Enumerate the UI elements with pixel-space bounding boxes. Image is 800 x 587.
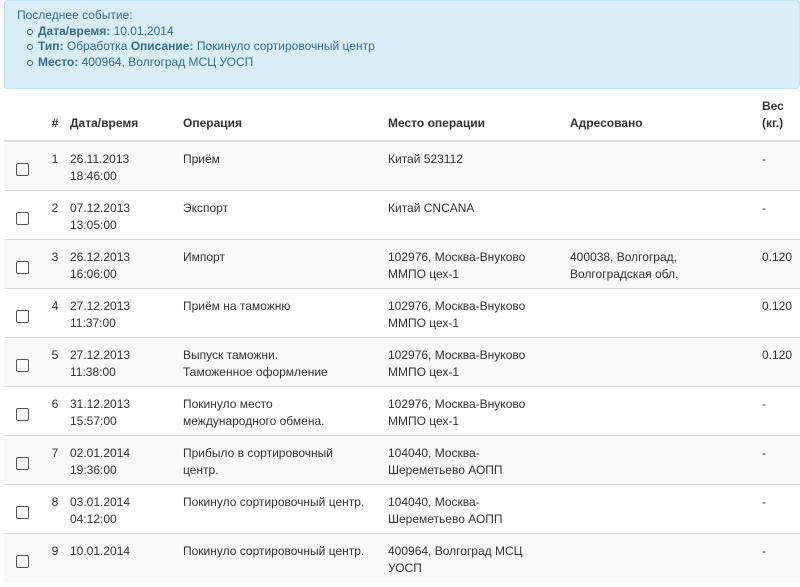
row-operation: Приём на таможню (183, 287, 388, 337)
row-operation: Покинуло сортировочный центр. (183, 532, 388, 582)
row-select-cell (4, 238, 40, 288)
table-row: 3 26.12.2013 16:06:00 Импорт 102976, Москва-… (4, 238, 800, 288)
row-weight: - (760, 483, 800, 533)
header-operation: Операция (183, 96, 388, 142)
row-select-cell (4, 483, 40, 533)
row-weight: 0.120 (760, 238, 800, 288)
last-event-alert: Последнее событие: Дата/время: 10.01.201… (4, 0, 800, 89)
row-weight: - (760, 434, 800, 484)
row-select-cell (4, 434, 40, 484)
table-header-row: # Дата/время Операция Место операции Адр… (4, 96, 800, 142)
table-row: 2 07.12.2013 13:05:00 Экспорт Китай CNCANA - (4, 189, 800, 239)
table-row: 4 27.12.2013 11:37:00 Приём на таможню 10297… (4, 287, 800, 337)
tracking-table: # Дата/время Операция Место операции Адр… (4, 96, 800, 582)
table-row: 5 27.12.2013 11:38:00 Выпуск таможни. Таможе… (4, 336, 800, 386)
row-number: 2 (40, 189, 70, 239)
table-row: 9 10.01.2014 Покинуло сортировочный центр.… (4, 532, 800, 582)
row-place: Китай 523112 (388, 152, 463, 166)
row-weight: - (760, 189, 800, 239)
row-checkbox[interactable] (16, 260, 29, 274)
row-datetime: 31.12.2013 15:57:00 (70, 385, 183, 435)
row-addressed (570, 189, 760, 239)
row-number: 9 (40, 532, 70, 582)
table-row: 7 02.01.2014 19:36:00 Прибыло в сортировочн… (4, 434, 800, 484)
row-weight: 0.120 (760, 287, 800, 337)
row-checkbox[interactable] (16, 456, 29, 470)
row-datetime: 27.12.2013 11:37:00 (70, 287, 183, 337)
row-addressed (570, 141, 760, 190)
row-datetime: 26.11.2013 18:46:00 (70, 152, 130, 183)
row-select-cell (4, 189, 40, 239)
last-event-heading: Последнее событие (17, 8, 130, 22)
row-place: 102976, Москва-Внуково ММПО цех-1 (388, 287, 570, 337)
row-checkbox[interactable] (16, 358, 29, 372)
row-addressed (570, 434, 760, 484)
row-number: 8 (40, 483, 70, 533)
row-addressed (570, 385, 760, 435)
row-place: 104040, Москва- Шереметьево АОПП (388, 434, 570, 484)
row-operation: Импорт (183, 238, 388, 288)
last-event-datetime: Дата/время: 10.01.2014 (27, 24, 787, 40)
table-row: 6 31.12.2013 15:57:00 Покинуло место междуна… (4, 385, 800, 435)
row-addressed: 400038, Волгоград, Волгоградская обл. (570, 238, 760, 288)
row-weight: - (762, 152, 766, 166)
row-addressed (570, 483, 760, 533)
row-datetime: 27.12.2013 11:38:00 (70, 336, 183, 386)
row-datetime: 07.12.2013 13:05:00 (70, 189, 183, 239)
row-select-cell (4, 336, 40, 386)
row-select-cell (4, 532, 40, 582)
table-row: 1 26.11.2013 18:46:00 Приём Китай 523112 - (4, 141, 800, 190)
row-addressed (570, 287, 760, 337)
row-operation: Экспорт (183, 189, 388, 239)
row-checkbox[interactable] (16, 163, 29, 176)
row-operation: Приём (183, 152, 220, 166)
row-place: 102976, Москва-Внуково ММПО цех-1 (388, 238, 570, 288)
row-number: 1 (51, 152, 59, 166)
row-datetime: 10.01.2014 (70, 532, 183, 582)
row-operation: Выпуск таможни. Таможенное оформление (183, 336, 388, 386)
header-num: # (40, 96, 70, 142)
row-weight: 0.120 (760, 336, 800, 386)
row-addressed (570, 532, 760, 582)
row-checkbox[interactable] (16, 554, 29, 568)
header-checkbox (4, 96, 40, 142)
row-place: 102976, Москва-Внуково ММПО цех-1 (388, 336, 570, 386)
row-place: Китай CNCANA (388, 189, 570, 239)
header-weight: Вес (кг.) (760, 96, 800, 142)
row-number: 7 (40, 434, 70, 484)
row-select-cell (4, 385, 40, 435)
last-event-type: Тип: Обработка Описание: Покинуло сортир… (27, 39, 787, 55)
row-datetime: 03.01.2014 04:12:00 (70, 483, 183, 533)
row-datetime: 26.12.2013 16:06:00 (70, 238, 183, 288)
row-number: 3 (40, 238, 70, 288)
last-event-list: Дата/время: 10.01.2014 Тип: Обработка Оп… (17, 24, 787, 71)
row-select-cell (4, 141, 40, 190)
row-place: 102976, Москва-Внуково ММПО цех-1 (388, 385, 570, 435)
row-checkbox[interactable] (16, 505, 29, 519)
row-number: 4 (40, 287, 70, 337)
row-datetime: 02.01.2014 19:36:00 (70, 434, 183, 484)
row-weight: - (760, 532, 800, 582)
row-number: 5 (40, 336, 70, 386)
row-addressed (570, 336, 760, 386)
header-addressed: Адресовано (570, 96, 760, 142)
header-place: Место операции (388, 96, 570, 142)
row-checkbox[interactable] (16, 407, 29, 421)
row-place: 104040, Москва- Шереметьево АОПП (388, 483, 570, 533)
header-datetime: Дата/время (70, 96, 183, 142)
last-event-place: Место: 400964, Волгоград МСЦ УОСП (27, 55, 787, 71)
row-checkbox[interactable] (16, 211, 29, 225)
table-row: 8 03.01.2014 04:12:00 Покинуло сортировочны… (4, 483, 800, 533)
row-select-cell (4, 287, 40, 337)
row-operation: Покинуло сортировочный центр. (183, 483, 388, 533)
row-operation: Прибыло в сортировочный центр. (183, 434, 388, 484)
row-checkbox[interactable] (16, 309, 29, 323)
row-weight: - (760, 385, 800, 435)
row-operation: Покинуло место международного обмена. (183, 385, 388, 435)
row-place: 400964, Волгоград МСЦ УОСП (388, 532, 570, 582)
row-number: 6 (40, 385, 70, 435)
